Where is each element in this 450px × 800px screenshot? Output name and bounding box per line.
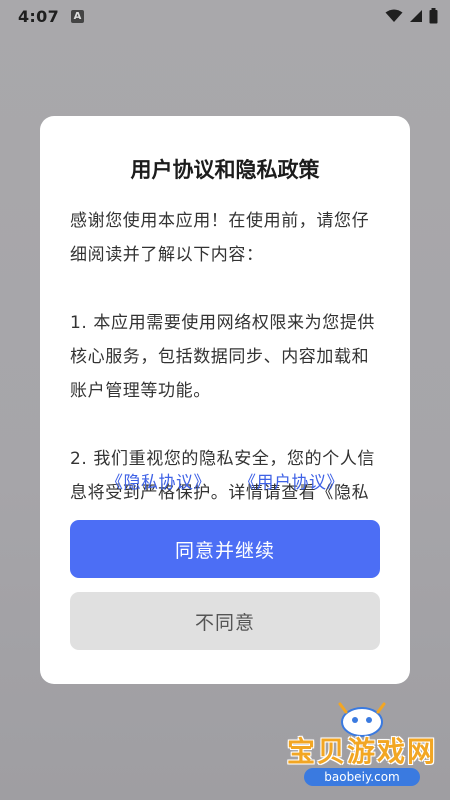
agree-button[interactable]: 同意并继续: [70, 520, 380, 578]
watermark: 宝贝游戏网 baobeiy.com: [282, 698, 442, 788]
user-agreement-link[interactable]: 《用户协议》: [239, 468, 344, 493]
dialog-title: 用户协议和隐私政策: [130, 158, 320, 182]
watermark-text: 宝贝游戏网: [286, 735, 437, 768]
dialog-body[interactable]: 感谢您使用本应用！在使用前，请您仔细阅读并了解以下内容： 1. 本应用需要使用网…: [70, 204, 382, 570]
wifi-icon: [385, 9, 403, 22]
network-paragraph: 1. 本应用需要使用网络权限来为您提供核心服务，包括数据同步、内容加载和账户管理…: [70, 313, 376, 401]
notification-icon: A: [71, 9, 84, 23]
status-icons: [385, 8, 438, 24]
status-bar: 4:07 A: [0, 0, 450, 32]
signal-icon: [410, 10, 422, 22]
agreement-dialog: 用户协议和隐私政策 感谢您使用本应用！在使用前，请您仔细阅读并了解以下内容： 1…: [40, 116, 410, 684]
watermark-url: baobeiy.com: [304, 768, 420, 786]
disagree-button[interactable]: 不同意: [70, 592, 380, 650]
privacy-policy-link[interactable]: 《隐私协议》: [106, 468, 211, 493]
battery-icon: [429, 8, 438, 24]
status-time: 4:07: [18, 6, 59, 26]
intro-paragraph: 感谢您使用本应用！在使用前，请您仔细阅读并了解以下内容：: [70, 211, 370, 265]
agreement-links: 《隐私协议》 《用户协议》: [40, 468, 410, 493]
